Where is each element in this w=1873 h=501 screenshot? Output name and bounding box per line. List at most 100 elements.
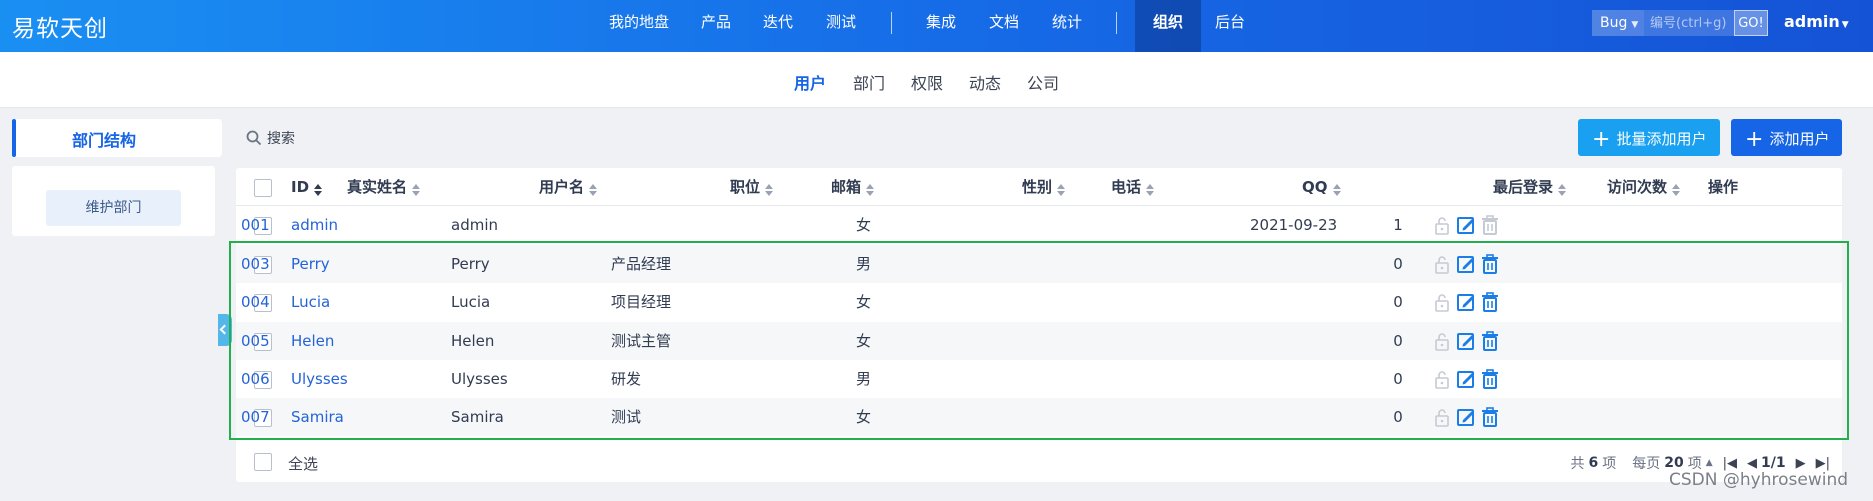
delete-icon[interactable] [1479,253,1501,275]
cell-id[interactable]: 005 [241,322,270,360]
cell-realname[interactable]: Perry [291,245,330,283]
search-label: 搜索 [267,131,295,147]
subnav-priv[interactable]: 权限 [911,70,943,94]
unlock-icon[interactable] [1431,214,1453,236]
col-role-label: 职位 [730,178,761,196]
edit-icon[interactable] [1455,406,1477,428]
chevron-down-icon: ▼ [1841,20,1849,30]
col-realname[interactable]: 真实姓名 [347,168,421,206]
cell-id[interactable]: 007 [241,398,270,436]
dept-structure-title: 部门结构 [12,119,222,157]
delete-icon[interactable] [1479,214,1501,236]
nav-admin[interactable]: 后台 [1215,0,1245,52]
unlock-icon[interactable] [1431,330,1453,352]
first-page-icon[interactable]: |◀ [1723,456,1737,471]
col-id[interactable]: ID [291,168,323,206]
col-last-login[interactable]: 最后登录 [1493,168,1567,206]
cell-role: 研发 [611,370,642,388]
nav-iteration[interactable]: 迭代 [763,0,793,52]
subnav-company[interactable]: 公司 [1027,70,1059,94]
table-header: ID 真实姓名 用户名 职位 邮箱 性别 电话 QQ 最后登录 访问次数 操作 [236,168,1842,206]
delete-icon[interactable] [1479,406,1501,428]
edit-icon[interactable] [1455,253,1477,275]
edit-icon[interactable] [1455,214,1477,236]
subnav-users[interactable]: 用户 [794,70,826,94]
cell-gender: 女 [856,293,872,311]
cell-realname[interactable]: Lucia [291,283,330,321]
cell-visits: 0 [1393,293,1403,311]
select-all-checkbox[interactable] [254,453,272,471]
subnav-dept[interactable]: 部门 [853,70,885,94]
chevron-up-icon[interactable]: ▲ [1706,458,1713,468]
batch-add-user-button[interactable]: + 批量添加用户 [1578,119,1720,156]
add-user-button[interactable]: + 添加用户 [1731,119,1842,156]
cell-visits: 0 [1393,370,1403,388]
cell-realname[interactable]: Samira [291,398,344,436]
unlock-icon[interactable] [1431,406,1453,428]
edit-icon[interactable] [1455,368,1477,390]
cell-role: 项目经理 [611,293,672,311]
search-type-select[interactable]: Bug ▼ [1592,10,1644,36]
plus-icon: + [1745,127,1764,152]
col-gender-label: 性别 [1022,178,1053,196]
cell-gender: 女 [856,408,872,426]
col-id-label: ID [291,178,310,196]
nav-doc[interactable]: 文档 [989,0,1019,52]
col-qq[interactable]: QQ [1302,168,1341,206]
user-menu[interactable]: admin ▼ [1784,12,1849,31]
cell-id[interactable]: 006 [241,360,270,398]
col-role[interactable]: 职位 [730,168,774,206]
delete-icon[interactable] [1479,368,1501,390]
next-page-icon[interactable]: ▶ [1796,456,1806,471]
per-page-select[interactable]: 20 [1664,455,1683,471]
unlock-icon[interactable] [1431,368,1453,390]
cell-account: Ulysses [451,370,508,388]
cell-realname[interactable]: Helen [291,322,334,360]
delete-icon[interactable] [1479,291,1501,313]
search-go-button[interactable]: GO! [1734,10,1768,36]
col-account[interactable]: 用户名 [539,168,598,206]
nav-org[interactable]: 组织 [1135,0,1202,52]
top-header: 易软天创 我的地盘 产品 迭代 测试 集成 文档 统计 组织 后台 Bug▼ G… [0,0,1873,52]
delete-icon[interactable] [1479,330,1501,352]
nav-test[interactable]: 测试 [826,0,856,52]
global-search: Bug▼ GO! [1592,10,1768,36]
sidebar-collapse-handle[interactable] [218,314,232,346]
table-row: 003 Perry Perry 产品经理 男 0 [236,245,1842,283]
nav-product[interactable]: 产品 [701,0,731,52]
edit-icon[interactable] [1455,330,1477,352]
edit-icon[interactable] [1455,291,1477,313]
search-input[interactable] [1644,10,1734,36]
table-row: 006 Ulysses Ulysses 研发 男 0 [236,360,1842,398]
search-toggle[interactable]: 搜索 [246,128,295,148]
cell-last-login: 2021-09-23 [1250,216,1338,234]
cell-account: Samira [451,408,504,426]
pager-total-prefix: 共 [1570,456,1585,472]
cell-id[interactable]: 001 [241,206,270,244]
cell-realname[interactable]: admin [291,206,338,244]
nav-ci[interactable]: 集成 [926,0,956,52]
col-last-login-label: 最后登录 [1493,178,1554,196]
add-user-label: 添加用户 [1769,130,1830,148]
watermark: CSDN @hyhrosewind [1669,470,1849,490]
nav-my[interactable]: 我的地盘 [609,0,669,52]
header-checkbox[interactable] [254,179,272,197]
col-email[interactable]: 邮箱 [831,168,875,206]
maintain-dept-button[interactable]: 维护部门 [46,190,181,226]
cell-id[interactable]: 003 [241,245,270,283]
subnav-dynamic[interactable]: 动态 [969,70,1001,94]
cell-id[interactable]: 004 [241,283,270,321]
user-table: ID 真实姓名 用户名 职位 邮箱 性别 电话 QQ 最后登录 访问次数 操作 … [236,168,1842,482]
last-page-icon[interactable]: ▶| [1816,456,1830,471]
cell-realname[interactable]: Ulysses [291,360,348,398]
unlock-icon[interactable] [1431,253,1453,275]
col-gender[interactable]: 性别 [1022,168,1066,206]
prev-page-icon[interactable]: ◀ [1747,456,1757,471]
col-visits[interactable]: 访问次数 [1607,168,1681,206]
unlock-icon[interactable] [1431,291,1453,313]
nav-stats[interactable]: 统计 [1052,0,1082,52]
select-all-label[interactable]: 全选 [288,453,318,474]
col-phone[interactable]: 电话 [1111,168,1155,206]
chevron-down-icon: ▼ [1631,20,1639,30]
sub-nav: 用户 部门 权限 动态 公司 [0,52,1873,108]
